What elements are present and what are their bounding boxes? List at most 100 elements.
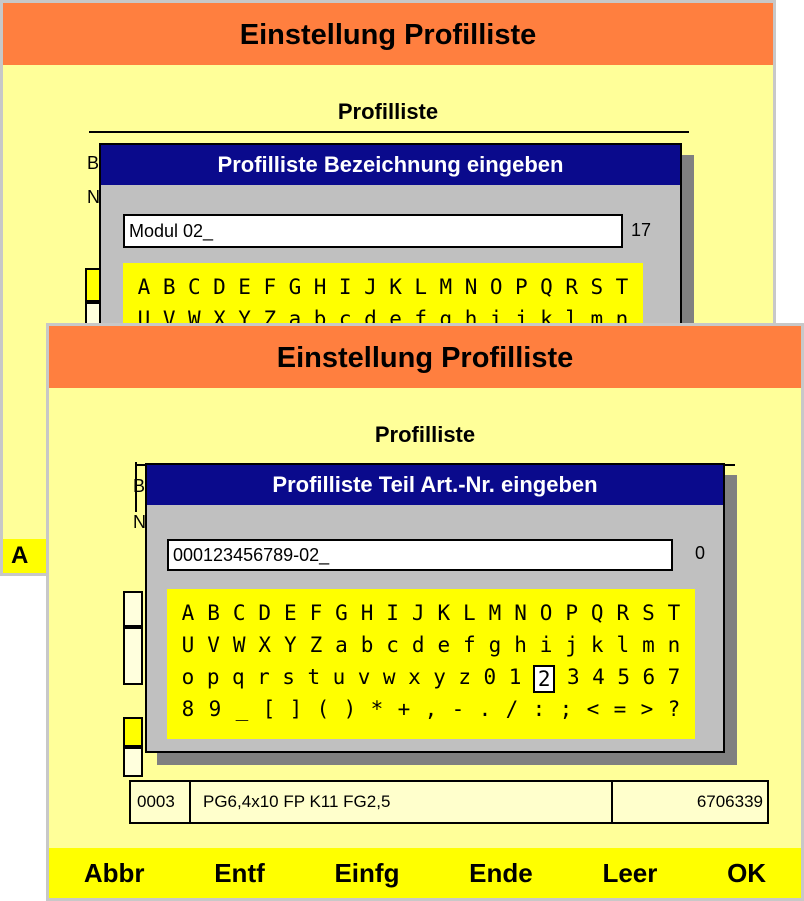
space-button[interactable]: Leer	[602, 858, 657, 889]
keyboard-key[interactable]: u	[332, 665, 346, 693]
keyboard-key[interactable]: p	[206, 665, 220, 693]
end-button[interactable]: Ende	[469, 858, 533, 889]
keyboard-key[interactable]: D	[212, 275, 226, 299]
keyboard-key[interactable]: r	[256, 665, 270, 693]
keyboard-key[interactable]: 3	[566, 665, 580, 693]
keyboard-key[interactable]: c	[386, 633, 400, 657]
keyboard-key[interactable]: S	[590, 275, 604, 299]
keyboard-key[interactable]: B	[162, 275, 176, 299]
keyboard-key[interactable]: y	[433, 665, 447, 693]
keyboard-key[interactable]: 4	[592, 665, 606, 693]
keyboard-key[interactable]: K	[389, 275, 403, 299]
keyboard-key[interactable]: G	[288, 275, 302, 299]
keyboard-key[interactable]: J	[363, 275, 377, 299]
keyboard-key[interactable]: t	[307, 665, 321, 693]
keyboard-key[interactable]: Q	[540, 275, 554, 299]
keyboard-key[interactable]: 5	[617, 665, 631, 693]
keyboard-key[interactable]: W	[232, 633, 246, 657]
keyboard-key[interactable]: 6	[642, 665, 656, 693]
keyboard-key[interactable]: F	[309, 601, 323, 625]
keyboard-key[interactable]: _	[235, 697, 249, 721]
keyboard-key[interactable]: m	[641, 633, 655, 657]
keyboard-key[interactable]: w	[382, 665, 396, 693]
keyboard-key[interactable]: L	[462, 601, 476, 625]
keyboard-key[interactable]: ]	[289, 697, 303, 721]
keyboard-key[interactable]: k	[590, 633, 604, 657]
keyboard-key[interactable]: h	[514, 633, 528, 657]
keyboard-key[interactable]: E	[283, 601, 297, 625]
keyboard-key[interactable]: =	[613, 697, 627, 721]
keyboard-key[interactable]: O	[539, 601, 553, 625]
back-function-key-partial[interactable]: A	[3, 539, 51, 573]
keyboard-key[interactable]: M	[488, 601, 502, 625]
keyboard-key[interactable]: b	[360, 633, 374, 657]
keyboard-key[interactable]: H	[360, 601, 374, 625]
keyboard-key[interactable]: x	[407, 665, 421, 693]
keyboard-key[interactable]: ;	[559, 697, 573, 721]
keyboard-key[interactable]: s	[282, 665, 296, 693]
keyboard-key[interactable]: E	[238, 275, 252, 299]
keyboard-key[interactable]: 0	[483, 665, 497, 693]
keyboard-key[interactable]: g	[488, 633, 502, 657]
keyboard-key[interactable]: P	[565, 601, 579, 625]
keyboard-key[interactable]: K	[437, 601, 451, 625]
keyboard-key[interactable]: R	[565, 275, 579, 299]
keyboard-key[interactable]: S	[641, 601, 655, 625]
back-name-input[interactable]: Modul 02_	[123, 214, 623, 248]
keyboard-key[interactable]: ,	[424, 697, 438, 721]
keyboard-key[interactable]: Q	[590, 601, 604, 625]
keyboard-key[interactable]: V	[207, 633, 221, 657]
keyboard-key[interactable]: l	[616, 633, 630, 657]
keyboard-key[interactable]: 1	[508, 665, 522, 693]
table-row[interactable]: 0003 PG6,4x10 FP K11 FG2,5 6706339	[129, 780, 769, 824]
keyboard-key[interactable]: Z	[309, 633, 323, 657]
keyboard-key[interactable]: <	[586, 697, 600, 721]
keyboard-key[interactable]: I	[338, 275, 352, 299]
keyboard-key[interactable]: o	[181, 665, 195, 693]
keyboard-key[interactable]: A	[181, 601, 195, 625]
keyboard-key[interactable]: F	[263, 275, 277, 299]
keyboard-key[interactable]: )	[343, 697, 357, 721]
keyboard-key[interactable]: >	[640, 697, 654, 721]
keyboard-key[interactable]: B	[207, 601, 221, 625]
keyboard-key[interactable]: e	[437, 633, 451, 657]
keyboard-key[interactable]: J	[411, 601, 425, 625]
keyboard-key[interactable]: T	[615, 275, 629, 299]
delete-button[interactable]: Entf	[214, 858, 265, 889]
keyboard-key[interactable]: i	[539, 633, 553, 657]
keyboard-key[interactable]: P	[514, 275, 528, 299]
keyboard-key[interactable]: .	[478, 697, 492, 721]
keyboard-key[interactable]: H	[313, 275, 327, 299]
insert-button[interactable]: Einfg	[334, 858, 399, 889]
keyboard-key[interactable]: :	[532, 697, 546, 721]
keyboard-key[interactable]: 8	[181, 697, 195, 721]
keyboard-key[interactable]: T	[667, 601, 681, 625]
keyboard-key[interactable]: f	[462, 633, 476, 657]
ok-button[interactable]: OK	[727, 858, 766, 889]
keyboard-key[interactable]: I	[386, 601, 400, 625]
keyboard-key[interactable]: j	[565, 633, 579, 657]
front-article-number-input[interactable]: 000123456789-02_	[167, 539, 673, 571]
keyboard-key[interactable]: z	[458, 665, 472, 693]
keyboard-key[interactable]: -	[451, 697, 465, 721]
keyboard-key[interactable]: C	[232, 601, 246, 625]
keyboard-key[interactable]: n	[667, 633, 681, 657]
keyboard-key[interactable]: v	[357, 665, 371, 693]
keyboard-key[interactable]: L	[414, 275, 428, 299]
keyboard-key[interactable]: 7	[667, 665, 681, 693]
keyboard-key[interactable]: a	[334, 633, 348, 657]
abort-button[interactable]: Abbr	[84, 858, 145, 889]
keyboard-key[interactable]: G	[334, 601, 348, 625]
keyboard-key[interactable]: N	[464, 275, 478, 299]
keyboard-key[interactable]: Y	[283, 633, 297, 657]
keyboard-key[interactable]: 2	[533, 665, 556, 693]
keyboard-key[interactable]: N	[514, 601, 528, 625]
keyboard-key[interactable]: R	[616, 601, 630, 625]
keyboard-key[interactable]: [	[262, 697, 276, 721]
keyboard-key[interactable]: A	[137, 275, 151, 299]
keyboard-key[interactable]: +	[397, 697, 411, 721]
keyboard-key[interactable]: q	[231, 665, 245, 693]
keyboard-key[interactable]: C	[187, 275, 201, 299]
keyboard-key[interactable]: O	[489, 275, 503, 299]
keyboard-key[interactable]: (	[316, 697, 330, 721]
